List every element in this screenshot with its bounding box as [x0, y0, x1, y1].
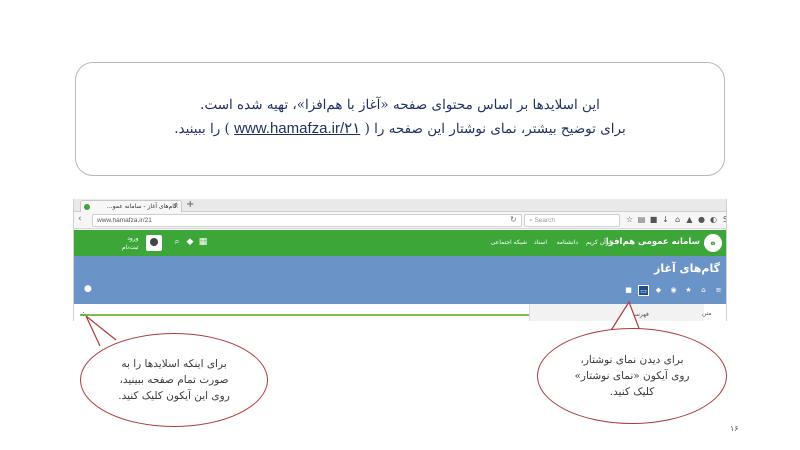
text-view-callout: برای دیدن نمای نوشتار، روی آیکون «نمای ن…: [537, 328, 727, 424]
callout-right-line-2: روی آیکون «نمای نوشتار»: [574, 370, 690, 382]
callout-left-line-1: برای اینکه اسلایدها را به: [121, 358, 227, 370]
callout-right-line-1: برای دیدن نمای نوشتار،: [580, 354, 684, 366]
page-number: ۱۶: [730, 424, 739, 433]
callout-right-line-3: کلیک کنید.: [609, 386, 655, 398]
callout-left-line-3: روی این آیکون کلیک کنید.: [118, 390, 230, 402]
left-callout-pointer: [85, 315, 117, 347]
callout-left-line-2: صورت تمام صفحه ببینید،: [119, 374, 229, 386]
fullscreen-callout: برای اینکه اسلایدها را به صورت تمام صفحه…: [80, 333, 268, 427]
